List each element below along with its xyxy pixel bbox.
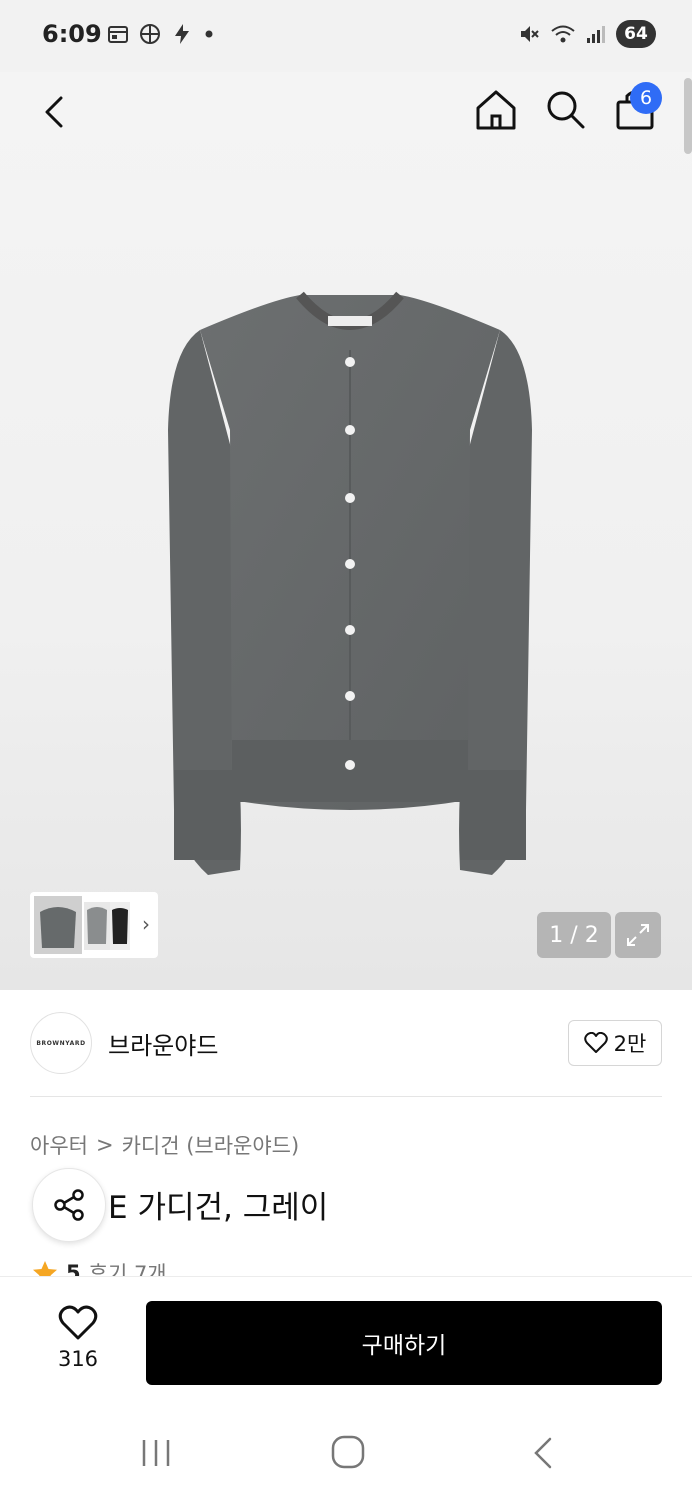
signal-icon: [587, 26, 605, 43]
brand-like-button[interactable]: 2만: [568, 1020, 662, 1066]
bolt-icon: [175, 24, 189, 44]
basketball-icon: [140, 24, 160, 44]
wishlist-button[interactable]: 316: [50, 1305, 106, 1371]
system-navigation: [0, 1400, 692, 1500]
brand-like-count: 2만: [613, 1032, 647, 1056]
wifi-icon: [551, 25, 575, 43]
breadcrumb-separator: >: [95, 1133, 114, 1157]
heart-icon: [583, 1032, 608, 1053]
breadcrumb: 아우터 > 카디건 (브라운야드): [30, 1130, 299, 1160]
share-icon: [54, 1189, 84, 1221]
chevron-right-icon[interactable]: ›: [142, 912, 150, 936]
heart-icon: [58, 1305, 98, 1340]
dot-icon: [205, 30, 213, 38]
share-button[interactable]: [32, 1168, 106, 1242]
product-title-text: E 가디건, 그레이: [108, 1190, 329, 1226]
back-nav-icon[interactable]: [528, 1436, 558, 1470]
brand-name[interactable]: 브라운야드: [108, 1026, 218, 1061]
status-bar: 6:09 64: [0, 0, 692, 72]
cart-count-badge: 6: [630, 82, 662, 114]
image-counter: 1 / 2: [537, 912, 611, 958]
product-image[interactable]: [150, 290, 550, 880]
expand-button[interactable]: [615, 912, 661, 958]
breadcrumb-subcategory[interactable]: 카디건 (브라운야드): [122, 1130, 300, 1160]
breadcrumb-category[interactable]: 아우터: [30, 1130, 88, 1160]
battery-level: 64: [616, 20, 656, 48]
thumbnail-images[interactable]: [34, 896, 130, 954]
back-icon[interactable]: [34, 90, 78, 134]
divider: [30, 1096, 662, 1097]
search-icon[interactable]: [542, 86, 588, 132]
wishlist-count: 316: [57, 1347, 99, 1371]
brand-row[interactable]: BROWNYARD 브라운야드 2만: [30, 1010, 662, 1076]
mute-icon: [521, 26, 539, 42]
calendar-icon: [108, 26, 128, 43]
thumbnail-strip[interactable]: ›: [30, 892, 158, 958]
home-nav-icon[interactable]: [330, 1434, 366, 1470]
status-notification-icons: [106, 22, 216, 46]
status-system-icons: 64: [518, 20, 656, 48]
home-icon[interactable]: [472, 86, 520, 134]
buy-button[interactable]: 구매하기: [146, 1301, 662, 1385]
scroll-indicator: [684, 78, 692, 154]
status-time: 6:09: [42, 20, 102, 48]
expand-icon: [627, 924, 649, 946]
bottom-action-bar: 316 구매하기: [0, 1276, 692, 1400]
recents-icon[interactable]: [138, 1438, 174, 1468]
brand-logo[interactable]: BROWNYARD: [30, 1012, 92, 1074]
